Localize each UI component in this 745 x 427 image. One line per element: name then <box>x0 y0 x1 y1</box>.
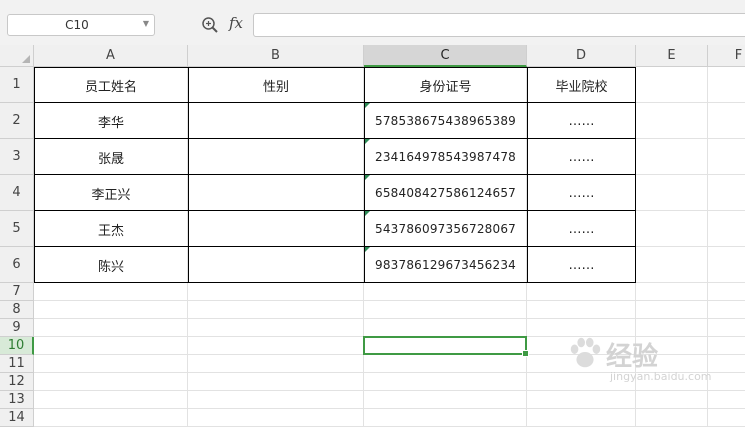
text-format-indicator-icon <box>365 247 370 252</box>
row-header-4[interactable]: 4 <box>0 175 34 211</box>
row-header-14[interactable]: 14 <box>0 409 34 427</box>
column-header-a[interactable]: A <box>34 45 188 67</box>
column-header-c[interactable]: C <box>364 45 527 67</box>
table-cell-gender[interactable] <box>188 139 364 175</box>
table-header-cell[interactable]: 员工姓名 <box>34 67 188 103</box>
table-cell-school[interactable]: …… <box>527 139 636 175</box>
paw-logo-icon <box>570 337 601 368</box>
table-cell-school[interactable]: …… <box>527 211 636 247</box>
row-header-2[interactable]: 2 <box>0 103 34 139</box>
name-box-value: C10 <box>65 18 89 32</box>
table-cell-gender[interactable] <box>188 175 364 211</box>
table-cell-gender[interactable] <box>188 247 364 283</box>
table-cell-name[interactable]: 王杰 <box>34 211 188 247</box>
formula-input[interactable] <box>253 13 745 37</box>
table-cell-school[interactable]: …… <box>527 175 636 211</box>
watermark-brand: 经验 <box>606 342 659 372</box>
table-cell-id[interactable]: 234164978543987478 <box>364 139 527 175</box>
table-cell-name[interactable]: 张晟 <box>34 139 188 175</box>
table-cell-name[interactable]: 陈兴 <box>34 247 188 283</box>
table-header-cell[interactable]: 毕业院校 <box>527 67 636 103</box>
gridline-horizontal <box>34 318 745 319</box>
formula-bar: C10 ▼ fx <box>0 0 745 46</box>
gridline-horizontal <box>34 390 745 391</box>
table-header-cell[interactable]: 性别 <box>188 67 364 103</box>
gridline-horizontal <box>34 300 745 301</box>
table-cell-id[interactable]: 983786129673456234 <box>364 247 527 283</box>
column-header-d[interactable]: D <box>527 45 636 67</box>
row-header-5[interactable]: 5 <box>0 211 34 247</box>
table-header-cell[interactable]: 身份证号 <box>364 67 527 103</box>
table-cell-name[interactable]: 李正兴 <box>34 175 188 211</box>
table-cell-school[interactable]: …… <box>527 247 636 283</box>
column-header-f[interactable]: F <box>708 45 745 67</box>
fx-icon[interactable]: fx <box>229 14 243 32</box>
row-header-1[interactable]: 1 <box>0 67 34 103</box>
text-format-indicator-icon <box>365 175 370 180</box>
table-cell-id[interactable]: 543786097356728067 <box>364 211 527 247</box>
table-cell-gender[interactable] <box>188 103 364 139</box>
watermark-url: jingyan.baidu.com <box>610 370 712 383</box>
row-header-3[interactable]: 3 <box>0 139 34 175</box>
text-format-indicator-icon <box>365 139 370 144</box>
table-cell-id[interactable]: 578538675438965389 <box>364 103 527 139</box>
baidu-jingyan-watermark: 经验 jingyan.baidu.com <box>566 330 745 390</box>
row-header-13[interactable]: 13 <box>0 391 34 409</box>
table-cell-name[interactable]: 李华 <box>34 103 188 139</box>
active-cell-C10[interactable] <box>363 336 529 357</box>
name-box-dropdown-icon[interactable]: ▼ <box>143 19 149 28</box>
column-header-b[interactable]: B <box>188 45 364 67</box>
table-cell-id[interactable]: 658408427586124657 <box>364 175 527 211</box>
select-all-corner[interactable] <box>0 45 34 67</box>
fill-handle[interactable] <box>522 350 529 357</box>
gridline-horizontal <box>34 408 745 409</box>
row-header-12[interactable]: 12 <box>0 373 34 391</box>
zoom-icon[interactable] <box>201 16 219 34</box>
row-header-10[interactable]: 10 <box>0 337 34 355</box>
column-header-e[interactable]: E <box>636 45 708 67</box>
text-format-indicator-icon <box>365 103 370 108</box>
row-header-6[interactable]: 6 <box>0 247 34 283</box>
row-header-9[interactable]: 9 <box>0 319 34 337</box>
table-cell-school[interactable]: …… <box>527 103 636 139</box>
table-cell-gender[interactable] <box>188 211 364 247</box>
name-box[interactable]: C10 ▼ <box>7 14 155 36</box>
text-format-indicator-icon <box>365 211 370 216</box>
row-header-7[interactable]: 7 <box>0 283 34 301</box>
row-header-8[interactable]: 8 <box>0 301 34 319</box>
row-header-11[interactable]: 11 <box>0 355 34 373</box>
